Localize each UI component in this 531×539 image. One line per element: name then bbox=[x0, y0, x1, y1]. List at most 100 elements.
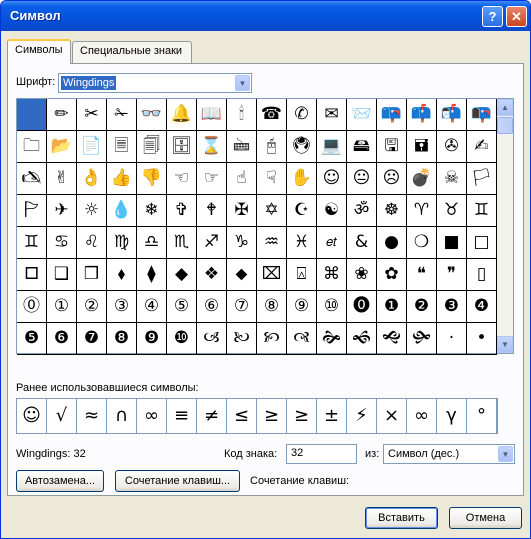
tab-symbols[interactable]: Символы bbox=[7, 39, 71, 64]
symbol-cell[interactable] bbox=[17, 99, 47, 131]
symbol-cell[interactable]: ♏ bbox=[167, 227, 197, 259]
symbol-cell[interactable]: ☸ bbox=[377, 195, 407, 227]
symbol-cell[interactable]: ♑ bbox=[227, 227, 257, 259]
symbol-cell[interactable]: 💣 bbox=[407, 163, 437, 195]
symbol-cell[interactable]: ✆ bbox=[287, 99, 317, 131]
symbol-cell[interactable]: ⌛ bbox=[197, 131, 227, 163]
symbol-cell[interactable]: & bbox=[347, 227, 377, 259]
char-code-input[interactable]: 32 bbox=[286, 444, 357, 464]
symbol-cell[interactable]: ❽ bbox=[107, 323, 137, 355]
symbol-cell[interactable]: 👓 bbox=[137, 99, 167, 131]
symbol-cell[interactable]: ■ bbox=[437, 227, 467, 259]
symbol-cell[interactable]: ☟ bbox=[257, 163, 287, 195]
symbol-cell[interactable]: 📫 bbox=[407, 99, 437, 131]
symbol-cell[interactable]: ☎ bbox=[257, 99, 287, 131]
symbol-cell[interactable]: 🖫 bbox=[377, 131, 407, 163]
recent-symbol-cell[interactable]: γ bbox=[437, 399, 467, 433]
symbol-cell[interactable]: ♎ bbox=[137, 227, 167, 259]
symbol-cell[interactable]: ☝ bbox=[227, 163, 257, 195]
symbol-cell[interactable]: ☪ bbox=[287, 195, 317, 227]
title-bar[interactable]: Символ ? ✕ bbox=[1, 1, 530, 31]
symbol-cell[interactable]: ⑥ bbox=[197, 291, 227, 323]
symbol-cell[interactable]: 🖮 bbox=[227, 131, 257, 163]
symbol-cell[interactable]: 🖬 bbox=[407, 131, 437, 163]
symbol-cell[interactable]: 🙝 bbox=[377, 323, 407, 355]
symbol-cell[interactable]: ① bbox=[47, 291, 77, 323]
scroll-up-icon[interactable]: ▲ bbox=[497, 99, 513, 116]
symbol-cell[interactable]: ☞ bbox=[197, 163, 227, 195]
symbol-cell[interactable]: 🗏 bbox=[107, 131, 137, 163]
symbol-cell[interactable]: ✿ bbox=[377, 259, 407, 291]
symbol-cell[interactable]: ③ bbox=[107, 291, 137, 323]
symbol-cell[interactable]: 📬 bbox=[437, 99, 467, 131]
from-select[interactable]: Символ (дес.) ▼ bbox=[383, 444, 515, 464]
symbol-cell[interactable]: ◆ bbox=[167, 259, 197, 291]
symbol-cell[interactable]: • bbox=[467, 323, 497, 355]
symbol-cell[interactable]: 🞐 bbox=[17, 259, 47, 291]
scroll-down-icon[interactable]: ▼ bbox=[497, 336, 513, 353]
symbol-cell[interactable]: ✂ bbox=[77, 99, 107, 131]
symbol-cell[interactable]: ☼ bbox=[77, 195, 107, 227]
symbol-cell[interactable]: ✈ bbox=[47, 195, 77, 227]
symbol-cell[interactable]: 🗐 bbox=[137, 131, 167, 163]
cancel-button[interactable]: Отмена bbox=[449, 507, 522, 529]
symbol-cell[interactable]: ❞ bbox=[437, 259, 467, 291]
symbol-cell[interactable]: ☜ bbox=[167, 163, 197, 195]
symbol-cell[interactable]: ✠ bbox=[227, 195, 257, 227]
symbol-grid-scrollbar[interactable]: ▲ ▼ bbox=[497, 98, 514, 354]
symbol-cell[interactable]: ❖ bbox=[197, 259, 227, 291]
symbol-cell[interactable]: ♌ bbox=[77, 227, 107, 259]
symbol-cell[interactable]: ④ bbox=[137, 291, 167, 323]
symbol-cell[interactable]: ❒ bbox=[77, 259, 107, 291]
symbol-cell[interactable]: 👌 bbox=[77, 163, 107, 195]
symbol-cell[interactable]: 📪 bbox=[377, 99, 407, 131]
symbol-cell[interactable]: ॐ bbox=[347, 195, 377, 227]
symbol-cell[interactable]: ❿ bbox=[167, 323, 197, 355]
recent-symbol-cell[interactable]: ∞ bbox=[137, 399, 167, 433]
symbol-cell[interactable]: ☯ bbox=[317, 195, 347, 227]
symbol-cell[interactable]: 𝑒𝑡 bbox=[317, 227, 347, 259]
symbol-cell[interactable]: 🏱 bbox=[17, 195, 47, 227]
recent-symbol-cell[interactable]: ⚡ bbox=[347, 399, 377, 433]
symbol-cell[interactable]: 🙟 bbox=[407, 323, 437, 355]
symbol-cell[interactable]: ⑤ bbox=[167, 291, 197, 323]
symbol-cell[interactable]: 🗀 bbox=[17, 131, 47, 163]
recent-symbol-cell[interactable]: √ bbox=[47, 399, 77, 433]
symbol-cell[interactable]: ⌧ bbox=[257, 259, 287, 291]
symbol-cell[interactable]: ❼ bbox=[77, 323, 107, 355]
symbol-cell[interactable]: ● bbox=[377, 227, 407, 259]
symbol-cell[interactable]: □ bbox=[467, 227, 497, 259]
symbol-cell[interactable]: ♈ bbox=[407, 195, 437, 227]
chevron-down-icon[interactable]: ▼ bbox=[235, 75, 250, 91]
symbol-cell[interactable]: ✁ bbox=[107, 99, 137, 131]
recent-symbol-cell[interactable]: ± bbox=[317, 399, 347, 433]
symbol-cell[interactable]: ❝ bbox=[407, 259, 437, 291]
symbol-cell[interactable]: ♒ bbox=[257, 227, 287, 259]
symbol-cell[interactable]: 🕈 bbox=[197, 195, 227, 227]
symbol-cell[interactable]: 🖰 bbox=[257, 131, 287, 163]
symbol-cell[interactable]: ⬧ bbox=[107, 259, 137, 291]
symbol-cell[interactable]: ❻ bbox=[47, 323, 77, 355]
symbol-cell[interactable]: ⑧ bbox=[257, 291, 287, 323]
symbol-cell[interactable]: 🗄 bbox=[167, 131, 197, 163]
autocorrect-button[interactable]: Автозамена... bbox=[16, 470, 104, 492]
symbol-cell[interactable]: ❀ bbox=[347, 259, 377, 291]
chevron-down-icon[interactable]: ▼ bbox=[498, 446, 513, 462]
symbol-cell[interactable]: 💻 bbox=[317, 131, 347, 163]
symbol-cell[interactable]: 🖴 bbox=[347, 131, 377, 163]
symbol-cell[interactable]: ❹ bbox=[467, 291, 497, 323]
symbol-cell[interactable]: 📭 bbox=[467, 99, 497, 131]
symbol-cell[interactable]: ❄ bbox=[137, 195, 167, 227]
symbol-cell[interactable]: ✞ bbox=[167, 195, 197, 227]
scroll-thumb[interactable] bbox=[497, 117, 513, 134]
recent-symbol-cell[interactable]: ∞ bbox=[407, 399, 437, 433]
recent-symbol-cell[interactable]: ☺ bbox=[17, 399, 47, 433]
symbol-cell[interactable]: ⑦ bbox=[227, 291, 257, 323]
symbol-cell[interactable]: ⍓ bbox=[287, 259, 317, 291]
symbol-cell[interactable]: ▯ bbox=[467, 259, 497, 291]
symbol-cell[interactable]: 👍 bbox=[107, 163, 137, 195]
symbol-cell[interactable]: ⓿ bbox=[347, 291, 377, 323]
symbol-cell[interactable]: 🙢 bbox=[197, 323, 227, 355]
font-select[interactable]: Wingdings ▼ bbox=[58, 73, 252, 93]
symbol-cell[interactable]: 📖 bbox=[197, 99, 227, 131]
